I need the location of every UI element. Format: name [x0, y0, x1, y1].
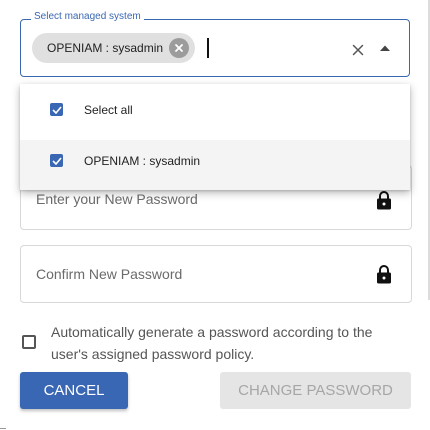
selected-system-chip: OPENIAM : sysadmin	[32, 33, 196, 63]
close-icon[interactable]	[348, 40, 368, 60]
lock-icon	[377, 191, 391, 210]
option-openiam-sysadmin[interactable]: OPENIAM : sysadmin	[20, 140, 410, 190]
confirm-password-field[interactable]: Confirm New Password	[20, 245, 412, 303]
cancel-circle-icon[interactable]	[169, 38, 190, 58]
cancel-button[interactable]: CANCEL	[20, 372, 128, 409]
managed-system-dropdown: Select all OPENIAM : sysadmin	[20, 84, 410, 190]
lock-icon	[377, 265, 391, 284]
chip-label: OPENIAM : sysadmin	[47, 41, 164, 55]
option-label: Select all	[84, 103, 133, 117]
change-password-panel: Select managed system OPENIAM : sysadmin…	[0, 0, 430, 430]
option-label: OPENIAM : sysadmin	[84, 154, 201, 168]
managed-system-legend: Select managed system	[31, 11, 144, 23]
change-password-button[interactable]: CHANGE PASSWORD	[220, 372, 411, 409]
checkbox-checked-icon[interactable]	[50, 103, 63, 116]
auto-generate-checkbox[interactable]	[22, 335, 36, 349]
confirm-password-placeholder: Confirm New Password	[36, 266, 183, 282]
arrow-up-icon[interactable]	[375, 38, 395, 58]
divider	[0, 428, 6, 429]
text-caret	[207, 38, 209, 58]
checkbox-checked-icon[interactable]	[50, 154, 63, 167]
auto-generate-label: Automatically generate a password accord…	[51, 324, 373, 362]
option-select-all[interactable]: Select all	[20, 84, 410, 134]
new-password-placeholder: Enter your New Password	[36, 191, 198, 207]
